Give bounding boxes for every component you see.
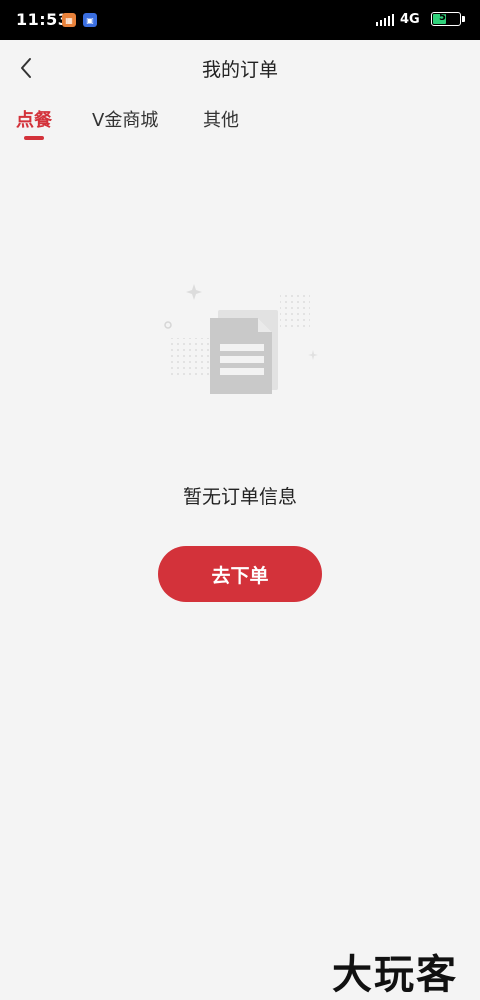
- signal-strength-icon: [376, 14, 394, 26]
- watermark-logo: 大玩客: [332, 951, 458, 998]
- app-notification-icon: ▦: [62, 13, 76, 27]
- page-title: 我的订单: [201, 59, 278, 81]
- empty-document-icon: [115, 284, 365, 426]
- tab-v-coin-mall[interactable]: V金商城: [92, 106, 158, 132]
- tab-dining[interactable]: 点餐: [16, 106, 52, 132]
- order-tabs: 点餐 V金商城 其他: [0, 96, 480, 146]
- battery-icon: 51: [431, 12, 461, 26]
- battery-level-text: 51: [439, 12, 453, 23]
- network-type-label: 4G: [400, 12, 420, 27]
- status-bar: 11:53 ▦ ▣ 4G 51: [0, 0, 480, 40]
- tab-other[interactable]: 其他: [203, 106, 239, 132]
- active-tab-indicator: [24, 136, 44, 140]
- place-order-button[interactable]: 去下单: [158, 546, 322, 602]
- empty-message: 暂无订单信息: [182, 486, 297, 508]
- battery-tip: [462, 16, 465, 22]
- app-notification-icon: ▣: [83, 13, 97, 27]
- header: 我的订单: [0, 40, 480, 96]
